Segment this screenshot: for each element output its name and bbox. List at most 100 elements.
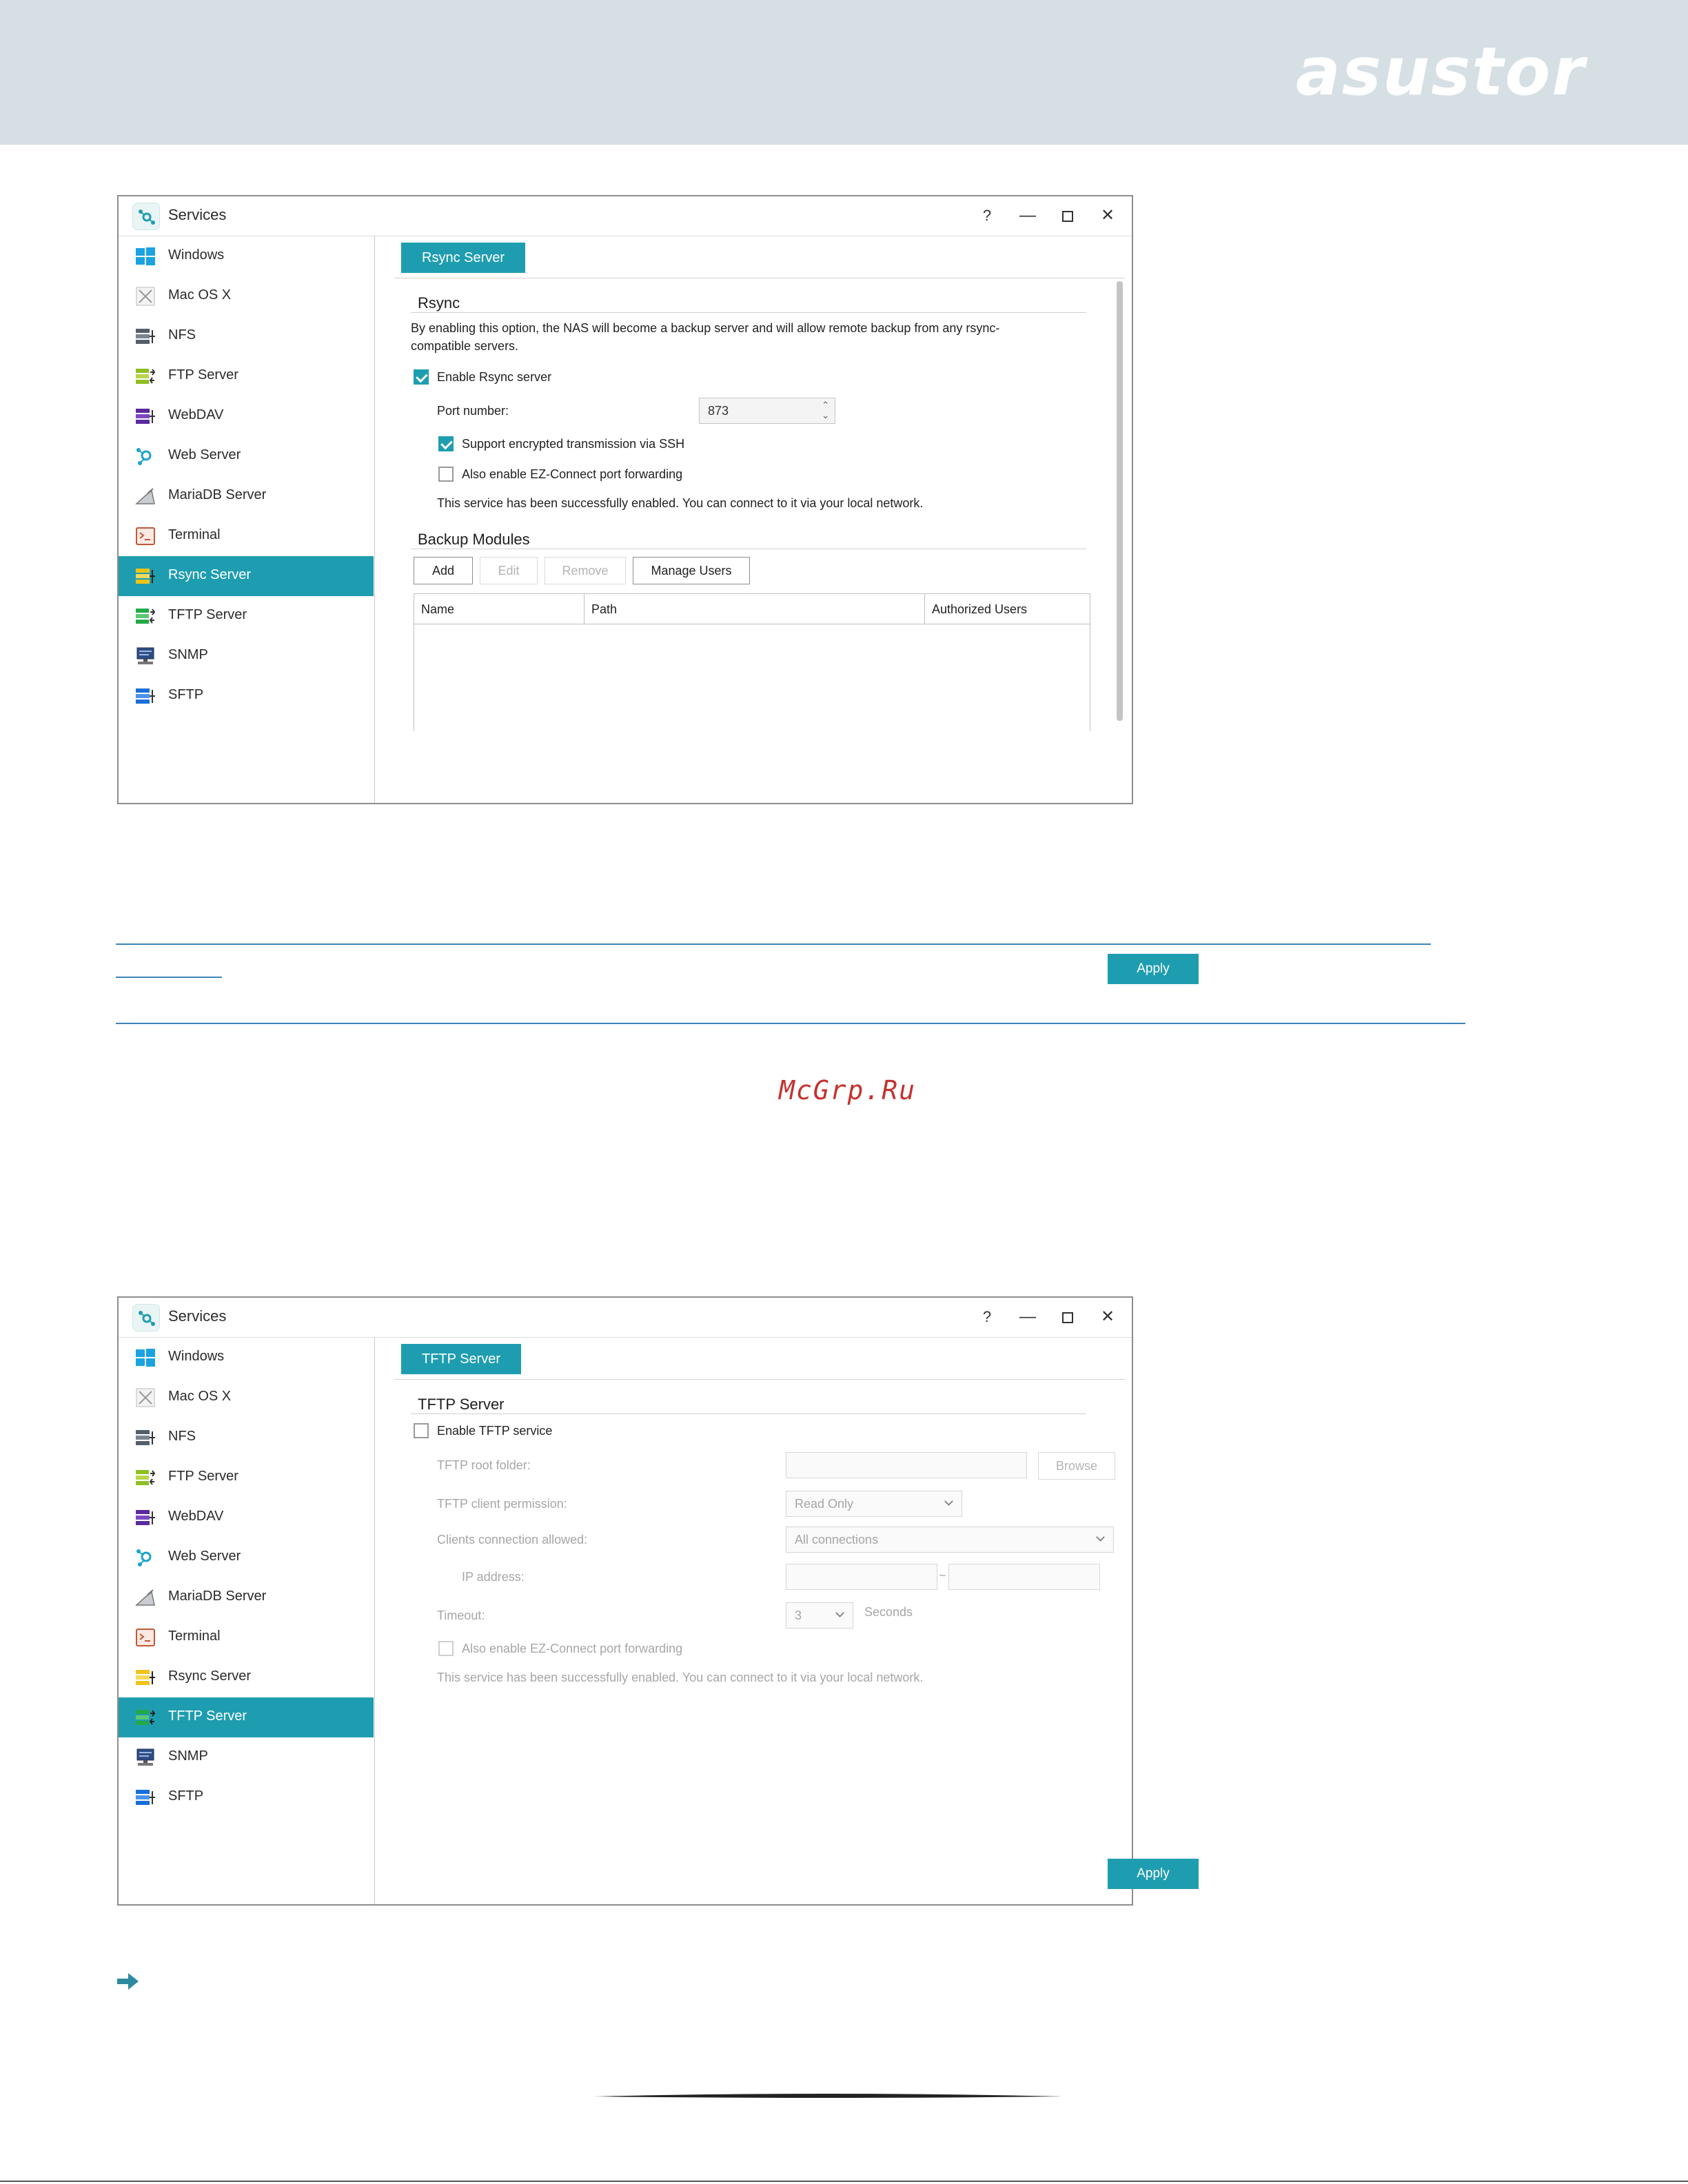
ftp-server-icon <box>136 369 156 384</box>
sidebar-item-label: NFS <box>168 1429 196 1444</box>
help-icon[interactable]: ? <box>971 201 1003 231</box>
ez-connect-label: Also enable EZ-Connect port forwarding <box>462 1642 683 1655</box>
nfs-icon <box>136 1430 155 1445</box>
content-scrollbar[interactable] <box>1117 281 1123 721</box>
rsync-server-icon <box>136 569 155 584</box>
clients-connection-select[interactable]: All connections <box>786 1527 1114 1553</box>
sidebar-item-mariadb-server[interactable]: MariaDB Server <box>119 476 374 516</box>
sidebar-item-rsync-server[interactable]: Rsync Server <box>119 556 374 596</box>
sidebar: Windows Mac OS X NFS FTP Server WebDAV W… <box>119 236 375 803</box>
sidebar-item-label: Rsync Server <box>168 567 252 582</box>
ssh-checkbox[interactable] <box>438 436 454 451</box>
tftp-section-title: TFTP Server <box>418 1396 505 1413</box>
enable-tftp-label: Enable TFTP service <box>437 1424 553 1438</box>
sidebar-item-label: Mac OS X <box>168 287 232 303</box>
sidebar-item-sftp[interactable]: SFTP <box>119 1777 374 1817</box>
apply-button[interactable]: Apply <box>1108 1859 1199 1889</box>
rsync-server-icon <box>136 1670 155 1685</box>
sidebar-item-snmp[interactable]: SNMP <box>119 1737 374 1777</box>
port-number-input[interactable]: 873 ⌃ ⌄ <box>699 398 835 424</box>
divider-rule <box>116 1023 1465 1024</box>
sidebar-item-label: SNMP <box>168 647 208 662</box>
divider-rule <box>116 943 1431 945</box>
minimize-icon[interactable]: — <box>1012 201 1044 231</box>
help-icon[interactable]: ? <box>971 1302 1003 1332</box>
tftp-root-folder-input[interactable] <box>786 1452 1027 1478</box>
mac-os-x-icon <box>136 1388 155 1407</box>
enable-rsync-checkbox[interactable] <box>414 369 429 385</box>
edit-button[interactable]: Edit <box>480 557 538 584</box>
ip-range-separator: ~ <box>939 1569 946 1582</box>
tftp-permission-label: TFTP client permission: <box>437 1497 567 1511</box>
sidebar-item-windows[interactable]: Windows <box>119 1338 374 1378</box>
sidebar-item-label: WebDAV <box>168 407 224 422</box>
ssh-label: Support encrypted transmission via SSH <box>462 437 685 451</box>
mariadb-icon <box>135 1589 155 1606</box>
tftp-root-folder-label: TFTP root folder: <box>437 1458 531 1472</box>
add-button[interactable]: Add <box>414 557 473 584</box>
sidebar-item-label: TFTP Server <box>168 1708 247 1724</box>
tftp-permission-select[interactable]: Read Only <box>786 1491 962 1517</box>
port-number-label: Port number: <box>437 404 509 418</box>
enable-tftp-checkbox[interactable] <box>414 1423 429 1438</box>
port-stepper-icon[interactable]: ⌃ ⌄ <box>822 400 829 420</box>
column-name[interactable]: Name <box>414 594 584 624</box>
tftp-status-text: This service has been successfully enabl… <box>437 1671 924 1684</box>
tab-rsync-server[interactable]: Rsync Server <box>401 243 526 273</box>
ip-address-end-input[interactable] <box>948 1564 1100 1590</box>
timeout-select[interactable]: 3 <box>786 1602 853 1629</box>
sidebar-item-rsync-server[interactable]: Rsync Server <box>119 1657 374 1697</box>
sidebar-item-label: Windows <box>168 1349 225 1364</box>
sidebar-item-nfs[interactable]: NFS <box>119 316 374 356</box>
minimize-icon[interactable]: — <box>1012 1302 1044 1332</box>
sidebar-item-windows[interactable]: Windows <box>119 236 374 276</box>
sidebar-item-mac-os-x[interactable]: Mac OS X <box>119 1378 374 1418</box>
sidebar-item-webdav[interactable]: WebDAV <box>119 396 374 436</box>
sidebar-item-tftp-server[interactable]: TFTP Server <box>119 1697 374 1737</box>
web-server-icon <box>136 448 152 465</box>
sidebar-item-nfs[interactable]: NFS <box>119 1418 374 1458</box>
sidebar-item-label: Terminal <box>168 527 221 542</box>
sidebar-item-sftp[interactable]: SFTP <box>119 676 374 716</box>
browse-button[interactable]: Browse <box>1038 1452 1115 1480</box>
column-authorized-users[interactable]: Authorized Users <box>924 594 1090 624</box>
tftp-content-panel: TFTP Server TFTP Server Enable TFTP serv… <box>375 1338 1199 1904</box>
maximize-icon[interactable] <box>1052 201 1084 231</box>
sidebar-item-terminal[interactable]: Terminal <box>119 516 374 556</box>
sidebar-item-label: FTP Server <box>168 1469 238 1484</box>
close-icon[interactable]: ✕ <box>1092 201 1123 231</box>
apply-button[interactable]: Apply <box>1108 954 1199 984</box>
mac-os-x-icon <box>136 287 155 306</box>
snmp-icon <box>136 647 154 664</box>
sidebar: Windows Mac OS X NFS FTP Server WebDAV W… <box>119 1338 375 1904</box>
sidebar-item-webdav[interactable]: WebDAV <box>119 1498 374 1538</box>
sidebar-item-terminal[interactable]: Terminal <box>119 1617 374 1657</box>
clients-connection-label: Clients connection allowed: <box>437 1533 588 1547</box>
sidebar-item-label: SFTP <box>168 687 204 702</box>
sidebar-item-web-server[interactable]: Web Server <box>119 436 374 476</box>
enable-rsync-label: Enable Rsync server <box>437 370 552 384</box>
manage-users-button[interactable]: Manage Users <box>633 557 750 584</box>
tftp-server-icon <box>136 609 156 624</box>
asustor-logo: asustor <box>1296 33 1586 110</box>
sidebar-item-ftp-server[interactable]: FTP Server <box>119 1458 374 1498</box>
maximize-icon[interactable] <box>1052 1302 1084 1332</box>
ez-connect-checkbox[interactable] <box>438 1641 454 1656</box>
close-icon[interactable]: ✕ <box>1092 1302 1123 1332</box>
table-header: Name Path Authorized Users <box>414 594 1090 624</box>
sidebar-item-ftp-server[interactable]: FTP Server <box>119 356 374 396</box>
sidebar-item-label: Terminal <box>168 1629 221 1644</box>
nfs-icon <box>136 329 155 344</box>
column-path[interactable]: Path <box>584 594 924 624</box>
chevron-down-icon <box>944 1497 953 1506</box>
sidebar-item-tftp-server[interactable]: TFTP Server <box>119 596 374 636</box>
sidebar-item-mac-os-x[interactable]: Mac OS X <box>119 276 374 316</box>
remove-button[interactable]: Remove <box>545 557 626 584</box>
sidebar-item-web-server[interactable]: Web Server <box>119 1538 374 1578</box>
sidebar-item-snmp[interactable]: SNMP <box>119 636 374 676</box>
ez-connect-checkbox[interactable] <box>438 467 454 482</box>
ip-address-start-input[interactable] <box>786 1564 937 1590</box>
sidebar-item-mariadb-server[interactable]: MariaDB Server <box>119 1578 374 1617</box>
tab-tftp-server[interactable]: TFTP Server <box>401 1344 522 1374</box>
sftp-icon <box>136 1790 155 1805</box>
